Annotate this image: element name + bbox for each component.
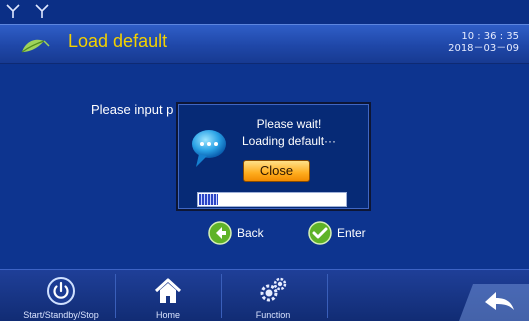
- back-label: Back: [237, 226, 264, 240]
- footer-label-start: Start/Standby/Stop: [23, 310, 99, 320]
- home-button[interactable]: Home: [118, 270, 218, 321]
- function-button[interactable]: Function: [223, 270, 323, 321]
- gears-icon: [258, 276, 288, 306]
- dialog-message-loading: Loading default···: [241, 134, 337, 148]
- footer-divider: [221, 274, 222, 318]
- clock-time: 10 : 36 : 35: [461, 31, 519, 42]
- progress-fill: [199, 194, 218, 205]
- password-prompt: Please input p: [91, 102, 174, 117]
- home-icon: [153, 276, 183, 306]
- chat-bubble-icon: [190, 126, 228, 170]
- footer-divider: [327, 274, 328, 318]
- clock-date: 2018－03－09: [448, 43, 519, 54]
- back-button[interactable]: Back: [208, 220, 264, 246]
- progress-bar: [197, 192, 347, 207]
- return-button[interactable]: [459, 274, 529, 321]
- power-icon: [46, 276, 76, 306]
- main-area: Please input p Please wait! Loading defa: [0, 64, 529, 269]
- enter-label: Enter: [337, 226, 366, 240]
- status-strip: [0, 0, 529, 24]
- footer-divider: [115, 274, 116, 318]
- dialog-message-wait: Please wait!: [256, 117, 322, 131]
- footer-label-function: Function: [255, 310, 291, 320]
- back-arrow-icon: [208, 221, 232, 245]
- antenna-icon: [35, 3, 49, 19]
- page-title: Load default: [68, 31, 168, 51]
- return-arrow-icon: [459, 284, 529, 321]
- footer-bar: Start/Standby/Stop Home Function: [0, 269, 529, 321]
- footer-label-home: Home: [155, 310, 180, 320]
- header-bar: Load default 10 : 36 : 35 2018－03－09: [0, 24, 529, 64]
- close-button[interactable]: Close: [243, 160, 310, 182]
- check-icon: [308, 221, 332, 245]
- leaf-icon: [20, 37, 50, 55]
- clock: 10 : 36 : 35 2018－03－09: [448, 31, 519, 55]
- loading-dialog: Please wait! Loading default··· Close: [176, 102, 371, 211]
- antenna-icon: [6, 3, 20, 19]
- enter-button[interactable]: Enter: [308, 220, 366, 246]
- start-standby-stop-button[interactable]: Start/Standby/Stop: [11, 270, 111, 321]
